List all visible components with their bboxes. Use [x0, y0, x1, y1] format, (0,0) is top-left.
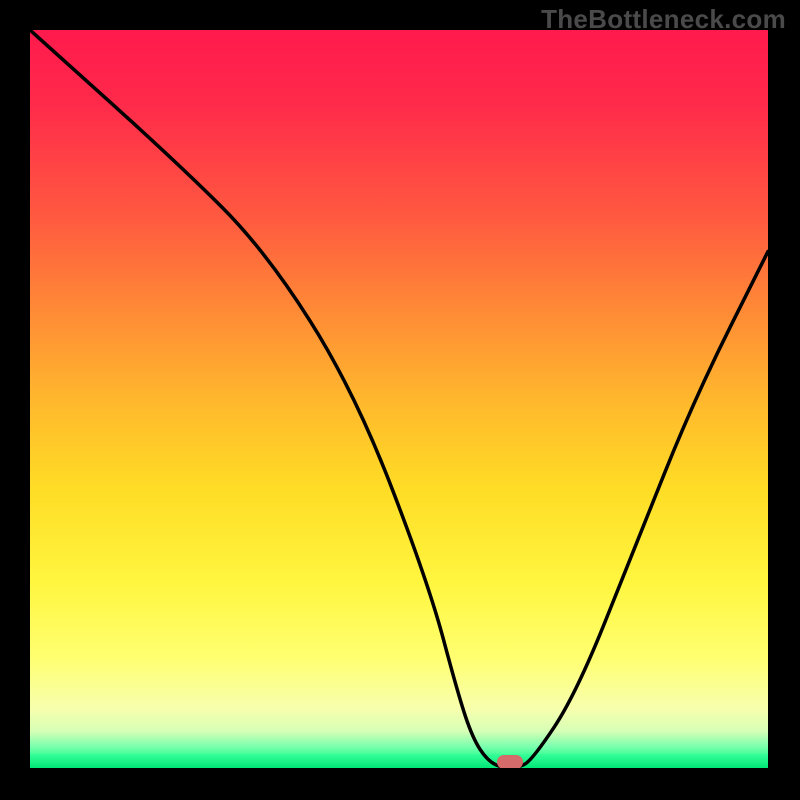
chart-container: TheBottleneck.com — [0, 0, 800, 800]
optimum-marker — [497, 755, 523, 768]
chart-svg — [30, 30, 768, 768]
bottleneck-curve — [30, 30, 768, 768]
watermark-text: TheBottleneck.com — [541, 4, 786, 35]
plot-area — [30, 30, 768, 768]
